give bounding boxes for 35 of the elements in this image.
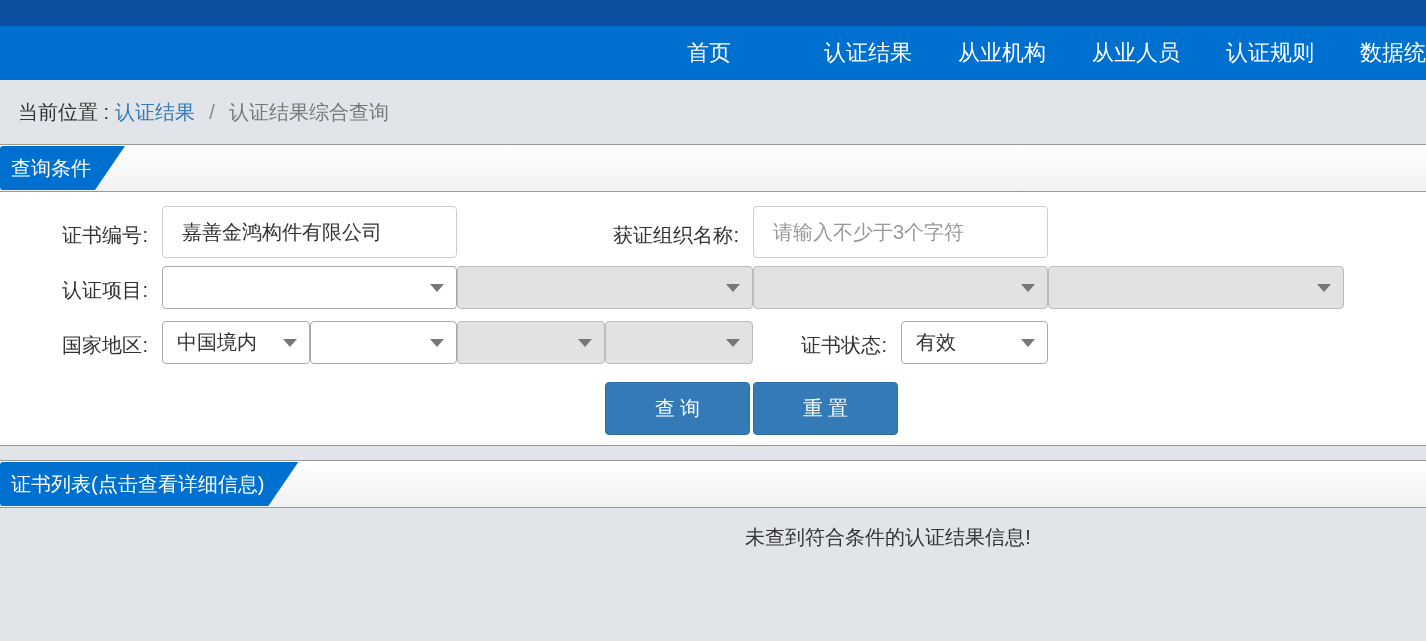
caret-icon <box>1021 338 1035 347</box>
caret-icon <box>283 338 297 347</box>
caret-icon <box>1317 283 1331 292</box>
text-field[interactable]: 请输入不少于3个字符 <box>753 206 1048 258</box>
panel-title: 证书列表(点击查看详细信息) <box>0 462 299 506</box>
nav-link[interactable]: 数据统 <box>1337 38 1426 68</box>
select-field[interactable] <box>310 321 457 364</box>
select-field[interactable]: 中国境内 <box>162 321 310 364</box>
field-label: 证书状态: <box>800 333 888 358</box>
nav-link[interactable]: 从业人员 <box>1069 38 1203 68</box>
breadcrumb-separator: / <box>209 100 215 124</box>
breadcrumb-link[interactable]: 认证结果 <box>115 98 196 126</box>
select-field[interactable] <box>162 266 457 309</box>
caret-icon <box>1021 283 1035 292</box>
field-label: 国家地区: <box>61 333 149 358</box>
panel-title: 查询条件 <box>0 146 125 190</box>
caret-icon <box>726 338 740 347</box>
action-button[interactable]: 查 询 <box>605 382 750 435</box>
breadcrumb-current: 认证结果综合查询 <box>228 99 389 125</box>
text-field[interactable]: 嘉善金鸿构件有限公司 <box>162 206 457 258</box>
caret-icon <box>578 338 592 347</box>
caret-icon <box>726 283 740 292</box>
select-field[interactable]: 有效 <box>901 321 1048 364</box>
caret-icon <box>430 283 444 292</box>
nav-link[interactable]: 认证结果 <box>801 38 935 68</box>
breadcrumb-label: 当前位置 : <box>18 99 110 125</box>
field-label: 认证项目: <box>61 278 149 303</box>
caret-icon <box>430 338 444 347</box>
nav-link[interactable]: 从业机构 <box>935 38 1069 68</box>
nav-link[interactable]: 首页 <box>664 38 801 68</box>
action-button[interactable]: 重 置 <box>753 382 898 435</box>
nav-link[interactable]: 认证规则 <box>1203 38 1337 68</box>
field-label: 获证组织名称: <box>612 222 740 248</box>
empty-message: 未查到符合条件的认证结果信息! <box>745 526 1031 548</box>
field-label: 证书编号: <box>61 222 149 248</box>
